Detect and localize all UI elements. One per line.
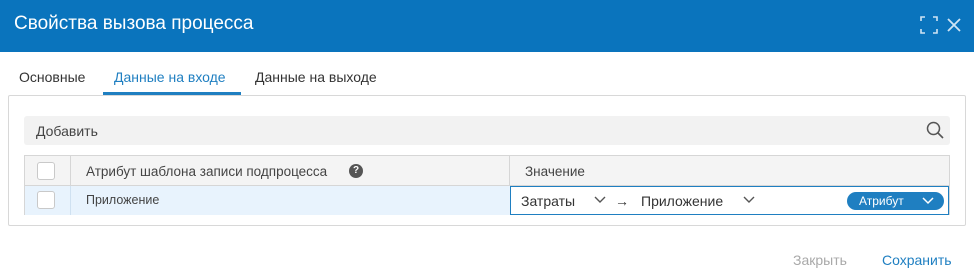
add-search-bar[interactable]: Добавить — [24, 116, 950, 145]
column-header-value[interactable]: Значение — [525, 164, 585, 179]
column-divider — [70, 186, 71, 215]
attribute-cell: Приложение — [86, 193, 160, 207]
tab-main[interactable]: Основные — [19, 69, 85, 85]
table-header: Атрибут шаблона записи подпроцесса ? Зна… — [25, 156, 949, 186]
maximize-icon[interactable] — [919, 15, 939, 35]
value-mode-label: Атрибут — [859, 194, 904, 208]
tab-bar: Основные Данные на входе Данные на выход… — [0, 64, 974, 95]
help-icon[interactable]: ? — [349, 164, 363, 178]
value-editor[interactable]: Затраты → Приложение Атрибут — [510, 186, 949, 215]
search-icon[interactable] — [925, 120, 945, 140]
chevron-down-icon — [922, 197, 934, 205]
value-mode-button[interactable]: Атрибут — [847, 192, 944, 210]
column-divider — [70, 156, 71, 186]
column-header-attribute[interactable]: Атрибут шаблона записи подпроцесса — [86, 164, 327, 179]
select-all-checkbox[interactable] — [37, 162, 55, 180]
tab-input-data[interactable]: Данные на входе — [114, 69, 226, 85]
target-select[interactable]: Приложение — [641, 193, 723, 209]
column-divider — [509, 156, 510, 186]
table-row[interactable]: Приложение Затраты → Приложение Атрибут — [25, 186, 949, 215]
dialog-titlebar: Свойства вызова процесса — [0, 0, 974, 52]
dialog-title: Свойства вызова процесса — [14, 13, 254, 34]
chevron-down-icon[interactable] — [594, 196, 606, 204]
tab-output-data[interactable]: Данные на выходе — [255, 69, 377, 85]
source-select[interactable]: Затраты — [521, 193, 575, 209]
row-checkbox[interactable] — [37, 191, 55, 209]
mapping-arrow: → — [615, 193, 629, 209]
save-button[interactable]: Сохранить — [882, 252, 952, 268]
chevron-down-icon[interactable] — [743, 196, 755, 204]
add-button[interactable]: Добавить — [36, 123, 98, 139]
close-icon[interactable] — [944, 15, 964, 35]
close-button[interactable]: Закрыть — [793, 252, 847, 268]
parameters-table: Атрибут шаблона записи подпроцесса ? Зна… — [24, 155, 950, 215]
